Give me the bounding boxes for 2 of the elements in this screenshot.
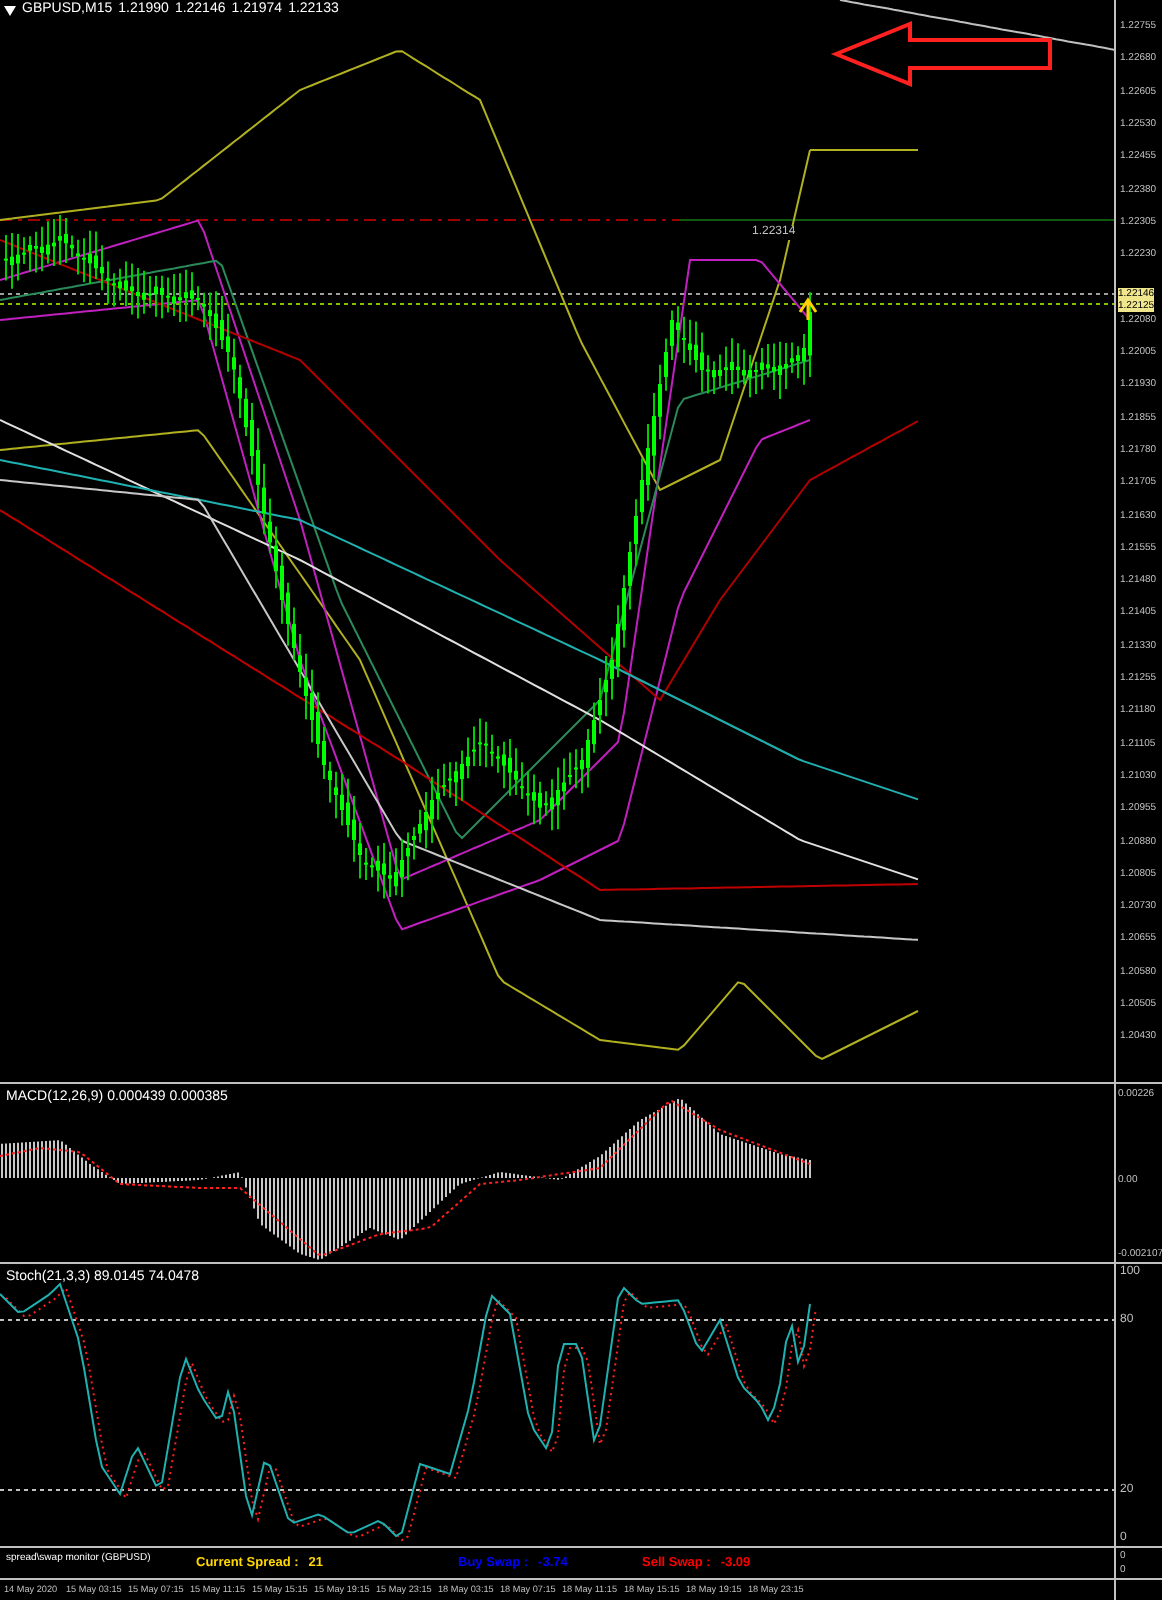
dropdown-icon[interactable]	[4, 5, 16, 15]
up-arrow-icon	[798, 297, 818, 322]
